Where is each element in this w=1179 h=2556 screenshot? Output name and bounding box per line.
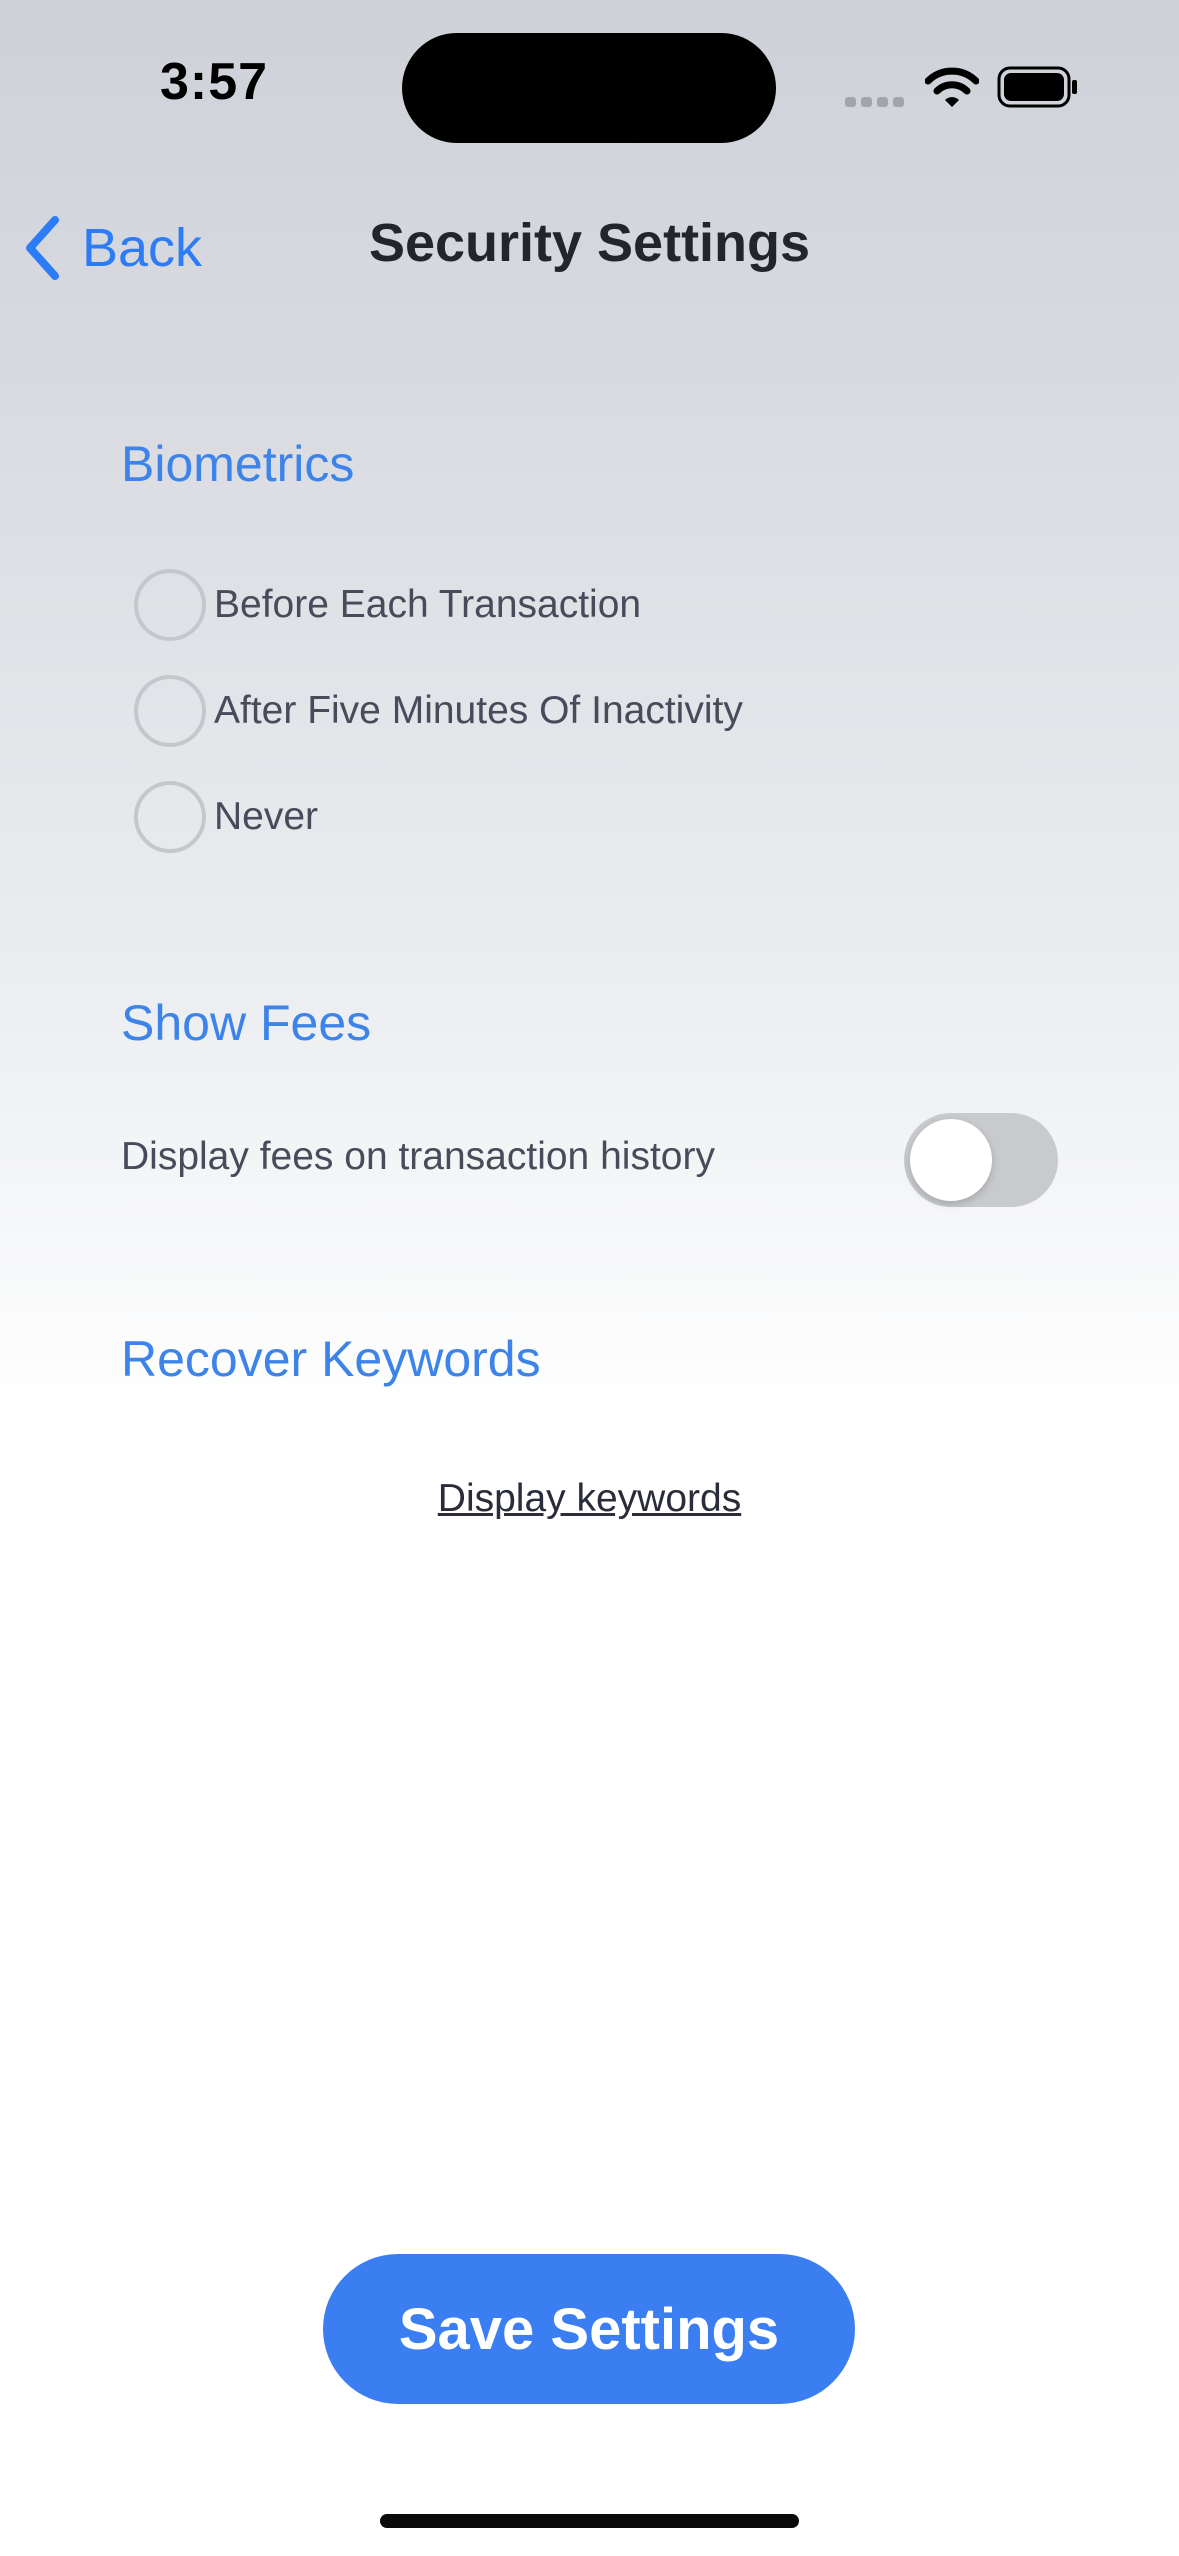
cellular-signal-icon: [845, 97, 904, 107]
display-keywords-link[interactable]: Display keywords: [438, 1477, 741, 1520]
radio-before-each-transaction[interactable]: Before Each Transaction: [134, 569, 641, 641]
radio-circle[interactable]: [134, 569, 206, 641]
radio-label: After Five Minutes Of Inactivity: [214, 689, 743, 732]
display-keywords-container: Display keywords: [0, 1477, 1179, 1521]
wifi-icon: [925, 67, 979, 107]
save-settings-button[interactable]: Save Settings: [323, 2254, 855, 2404]
radio-never[interactable]: Never: [134, 781, 318, 853]
home-indicator: [380, 2514, 799, 2528]
radio-label: Before Each Transaction: [214, 583, 642, 626]
battery-icon: [997, 66, 1077, 108]
toggle-knob: [910, 1119, 992, 1201]
radio-circle[interactable]: [134, 675, 206, 747]
recover-keywords-heading: Recover Keywords: [121, 1331, 541, 1387]
radio-after-five-minutes[interactable]: After Five Minutes Of Inactivity: [134, 675, 743, 747]
radio-label: Never: [214, 795, 319, 838]
radio-circle[interactable]: [134, 781, 206, 853]
dynamic-island: [402, 33, 776, 143]
show-fees-label: Display fees on transaction history: [121, 1135, 715, 1178]
save-settings-label: Save Settings: [398, 2296, 780, 2362]
show-fees-toggle[interactable]: [904, 1113, 1058, 1207]
page-title: Security Settings: [368, 213, 811, 273]
biometrics-heading: Biometrics: [121, 436, 355, 492]
status-time: 3:57: [160, 53, 269, 111]
show-fees-heading: Show Fees: [121, 995, 372, 1051]
